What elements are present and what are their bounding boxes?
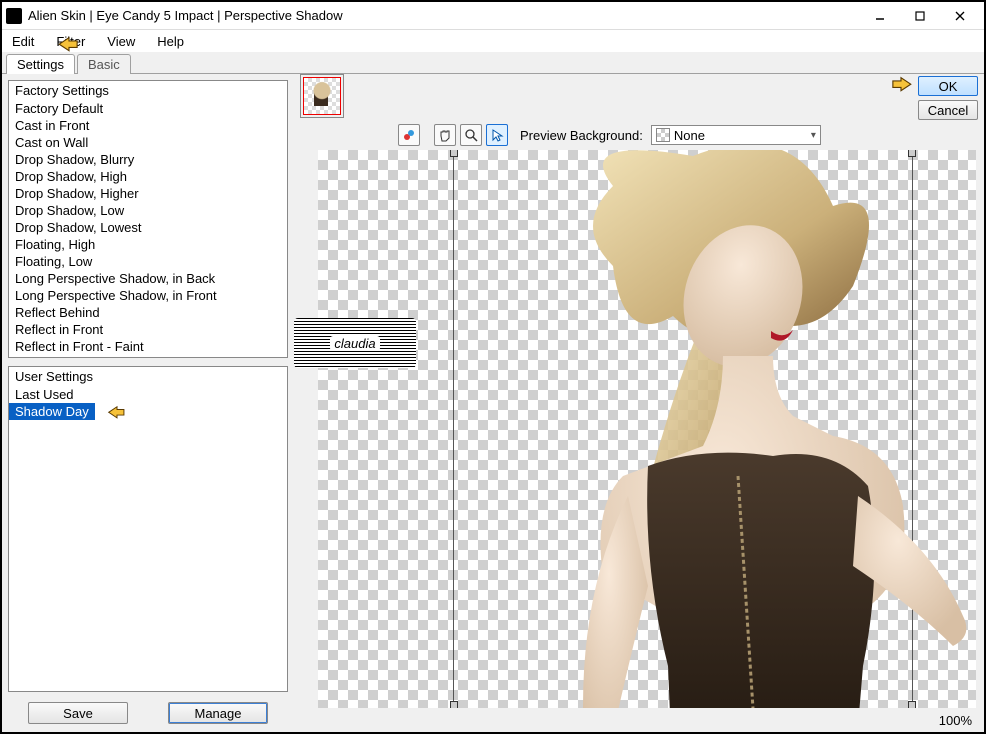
pointer-icon <box>104 404 130 422</box>
preview-background-label: Preview Background: <box>520 128 643 143</box>
title-bar: Alien Skin | Eye Candy 5 Impact | Perspe… <box>2 2 984 30</box>
preview-panel: OK Cancel <box>294 74 984 732</box>
window-controls <box>860 4 980 28</box>
list-item[interactable]: Factory Default <box>9 100 287 117</box>
pointer-tool[interactable] <box>486 124 508 146</box>
list-item-selected[interactable]: Shadow Day <box>9 403 95 420</box>
preview-background-value: None <box>674 128 705 143</box>
tab-row: Settings Basic <box>2 52 984 74</box>
eyedropper-icon <box>402 128 416 142</box>
menu-filter[interactable]: Filter <box>52 33 89 50</box>
user-header: User Settings <box>9 367 287 386</box>
manage-button[interactable]: Manage <box>168 702 268 724</box>
list-item[interactable]: Drop Shadow, Low <box>9 202 287 219</box>
settings-panel: Factory Settings Factory Default Cast in… <box>2 74 294 732</box>
list-item[interactable]: Floating, High <box>9 236 287 253</box>
save-button[interactable]: Save <box>28 702 128 724</box>
list-item[interactable]: Long Perspective Shadow, in Front <box>9 287 287 304</box>
dialog-body: Factory Settings Factory Default Cast in… <box>2 74 984 732</box>
preview-thumbnail[interactable] <box>300 74 344 118</box>
settings-button-row: Save Manage <box>8 700 288 726</box>
list-item[interactable]: Drop Shadow, Lowest <box>9 219 287 236</box>
user-settings-list[interactable]: User Settings Last Used Shadow Day <box>8 366 288 692</box>
minimize-icon <box>874 10 886 22</box>
factory-settings-list[interactable]: Factory Settings Factory Default Cast in… <box>8 80 288 358</box>
dialog-buttons: OK Cancel <box>918 76 978 120</box>
window-title: Alien Skin | Eye Candy 5 Impact | Perspe… <box>28 8 860 23</box>
factory-header: Factory Settings <box>9 81 287 100</box>
menu-bar: Edit Filter View Help <box>2 30 984 52</box>
chevron-down-icon: ▾ <box>811 130 816 141</box>
minimize-button[interactable] <box>860 4 900 28</box>
tab-settings[interactable]: Settings <box>6 54 75 74</box>
list-item[interactable]: Cast on Wall <box>9 134 287 151</box>
resize-handle[interactable] <box>450 150 458 157</box>
preview-toolbar: Preview Background: None ▾ <box>398 124 821 146</box>
subject-image <box>473 150 973 708</box>
zoom-tool[interactable] <box>460 124 482 146</box>
list-item[interactable]: Cast in Front <box>9 117 287 134</box>
magnifier-icon <box>464 128 478 142</box>
ok-button[interactable]: OK <box>918 76 978 96</box>
color-picker-tool[interactable] <box>398 124 420 146</box>
app-icon <box>6 8 22 24</box>
transparency-swatch-icon <box>656 128 670 142</box>
hand-tool[interactable] <box>434 124 456 146</box>
list-item[interactable]: Reflect in Front <box>9 321 287 338</box>
list-item[interactable]: Floating, Low <box>9 253 287 270</box>
preview-background-select[interactable]: None ▾ <box>651 125 821 145</box>
list-item[interactable]: Drop Shadow, Higher <box>9 185 287 202</box>
list-item[interactable]: Reflect in Front - Faint <box>9 338 287 355</box>
list-item[interactable]: Reflect Behind <box>9 304 287 321</box>
cancel-button[interactable]: Cancel <box>918 100 978 120</box>
hand-icon <box>438 128 452 142</box>
menu-edit[interactable]: Edit <box>8 33 38 50</box>
list-item[interactable]: Last Used <box>9 386 287 403</box>
arrow-cursor-icon <box>490 128 504 142</box>
preview-canvas[interactable] <box>318 150 976 708</box>
close-button[interactable] <box>940 4 980 28</box>
resize-handle[interactable] <box>450 701 458 708</box>
close-icon <box>954 10 966 22</box>
list-item[interactable]: Long Perspective Shadow, in Back <box>9 270 287 287</box>
tab-basic[interactable]: Basic <box>77 54 131 74</box>
pointer-icon <box>888 74 914 96</box>
zoom-level: 100% <box>939 713 972 728</box>
menu-view[interactable]: View <box>103 33 139 50</box>
dialog-window: Alien Skin | Eye Candy 5 Impact | Perspe… <box>0 0 986 734</box>
list-item[interactable]: Drop Shadow, High <box>9 168 287 185</box>
menu-help[interactable]: Help <box>153 33 188 50</box>
maximize-icon <box>914 10 926 22</box>
maximize-button[interactable] <box>900 4 940 28</box>
list-item[interactable]: Drop Shadow, Blurry <box>9 151 287 168</box>
